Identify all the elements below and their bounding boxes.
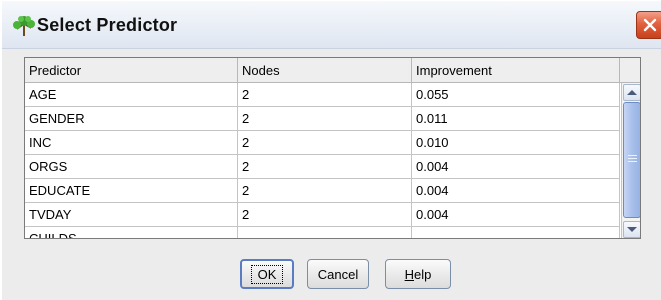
table-row[interactable]: GENDER 2 0.011 xyxy=(25,107,620,131)
nodes-cell xyxy=(238,227,412,238)
improvement-cell: 0.004 xyxy=(412,179,620,203)
predictor-cell: CHILDS xyxy=(25,227,238,238)
predictor-table: Predictor Nodes Improvement AGE 2 0.055 … xyxy=(24,57,641,239)
nodes-cell: 2 xyxy=(238,179,412,203)
ok-button[interactable]: OK xyxy=(240,259,294,289)
column-header-nodes[interactable]: Nodes xyxy=(238,58,412,83)
grip-line xyxy=(628,161,637,162)
nodes-cell: 2 xyxy=(238,107,412,131)
help-button-label: elp xyxy=(414,266,432,282)
scroll-up-button[interactable] xyxy=(623,84,640,101)
grip-line xyxy=(628,158,637,159)
scroll-thumb[interactable] xyxy=(623,102,640,218)
cancel-button[interactable]: Cancel xyxy=(307,259,369,289)
table-row[interactable]: ORGS 2 0.004 xyxy=(25,155,620,179)
improvement-cell xyxy=(412,227,620,238)
dialog-body: Predictor Nodes Improvement AGE 2 0.055 … xyxy=(2,49,661,300)
predictor-cell: INC xyxy=(25,131,238,155)
predictor-cell: EDUCATE xyxy=(25,179,238,203)
improvement-cell: 0.004 xyxy=(412,203,620,227)
table-row[interactable]: AGE 2 0.055 xyxy=(25,83,620,107)
ok-button-label: OK xyxy=(250,264,284,284)
table-row[interactable]: EDUCATE 2 0.004 xyxy=(25,179,620,203)
nodes-cell: 2 xyxy=(238,131,412,155)
table-header: Predictor Nodes Improvement xyxy=(25,58,640,83)
predictor-cell: AGE xyxy=(25,83,238,107)
nodes-cell: 2 xyxy=(238,155,412,179)
table-row[interactable]: INC 2 0.010 xyxy=(25,131,620,155)
cancel-button-label: Cancel xyxy=(317,266,359,282)
close-button[interactable] xyxy=(636,11,661,39)
close-icon xyxy=(643,18,657,32)
table-row[interactable]: TVDAY 2 0.004 xyxy=(25,203,620,227)
title-bar[interactable]: Select Predictor xyxy=(2,1,661,49)
tree-icon xyxy=(12,15,36,37)
nodes-cell: 2 xyxy=(238,203,412,227)
grip-line xyxy=(628,155,637,156)
arrow-up-icon xyxy=(627,90,637,95)
predictor-cell: GENDER xyxy=(25,107,238,131)
predictor-cell: ORGS xyxy=(25,155,238,179)
improvement-cell: 0.010 xyxy=(412,131,620,155)
select-predictor-dialog: Select Predictor Predictor Nodes Improve… xyxy=(0,0,661,300)
improvement-cell: 0.011 xyxy=(412,107,620,131)
column-header-improvement[interactable]: Improvement xyxy=(412,58,620,83)
improvement-cell: 0.055 xyxy=(412,83,620,107)
help-button[interactable]: Help xyxy=(385,259,451,289)
column-header-predictor[interactable]: Predictor xyxy=(25,58,238,83)
dialog-title: Select Predictor xyxy=(37,15,178,35)
table-row[interactable]: CHILDS xyxy=(25,227,620,238)
vertical-scrollbar[interactable] xyxy=(621,83,640,238)
help-mnemonic: H xyxy=(404,266,415,282)
improvement-cell: 0.004 xyxy=(412,155,620,179)
arrow-down-icon xyxy=(627,227,637,232)
scroll-down-button[interactable] xyxy=(623,221,640,238)
nodes-cell: 2 xyxy=(238,83,412,107)
predictor-cell: TVDAY xyxy=(25,203,238,227)
